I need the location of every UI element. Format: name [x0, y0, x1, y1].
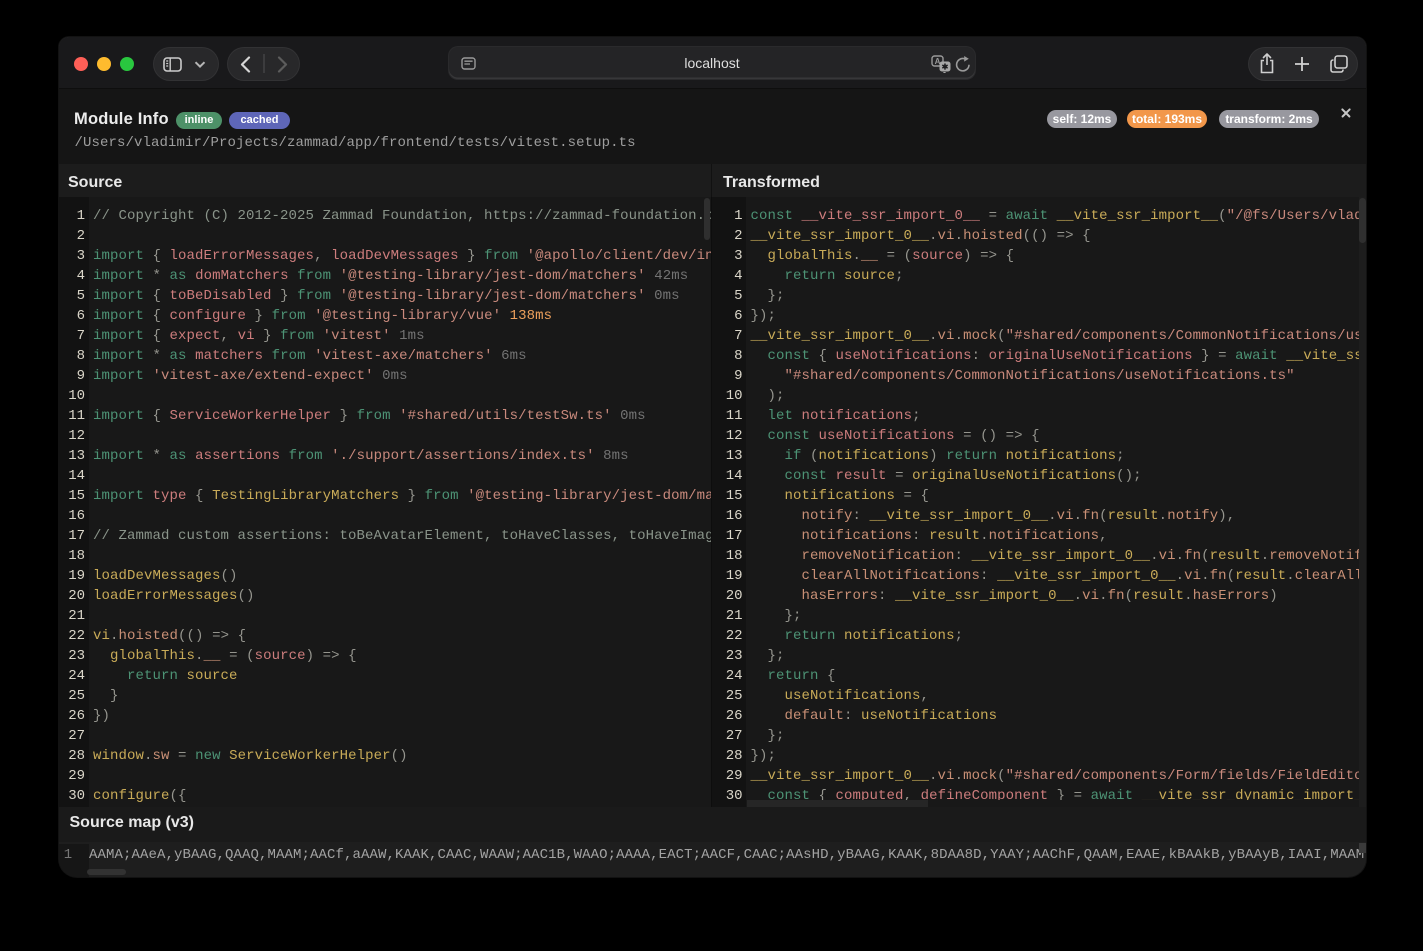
svg-text:✱: ✱ — [942, 63, 949, 72]
